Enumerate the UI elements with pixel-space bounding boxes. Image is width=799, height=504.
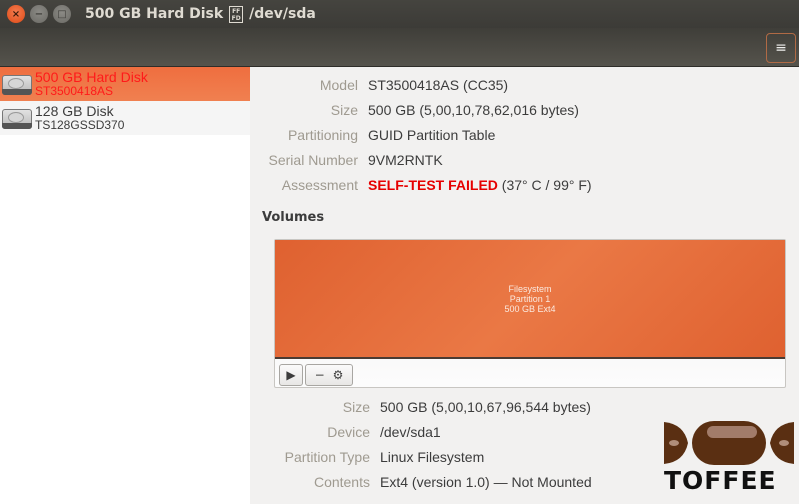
toffee-text: TOFFEE <box>664 466 777 495</box>
window-title: 500 GB Hard Disk FF FD /dev/sda <box>85 5 316 23</box>
delete-partition-button[interactable]: − <box>315 368 325 382</box>
partition-label-type: Filesystem <box>508 283 552 294</box>
disk-list-item[interactable]: 128 GB Disk TS128GSSD370 <box>0 101 250 135</box>
volume-size-value: 500 GB (5,00,10,67,96,544 bytes) <box>380 399 591 415</box>
partitioning-value: GUID Partition Table <box>368 127 496 143</box>
disk-model-row: Model ST3500418AS (CC35) <box>250 77 508 93</box>
app-menu-button[interactable]: ≡ <box>766 33 796 63</box>
assessment-status: SELF-TEST FAILED <box>368 177 498 193</box>
disk-size-value: 500 GB (5,00,10,78,62,016 bytes) <box>368 102 579 118</box>
toffee-watermark: TOFFEE <box>662 420 796 495</box>
window-title-text: 500 GB Hard Disk <box>85 6 224 22</box>
assessment-row: Assessment SELF-TEST FAILED (37° C / 99°… <box>250 177 592 193</box>
volumes-heading: Volumes <box>262 210 325 225</box>
volume-device-label: Device <box>327 424 370 440</box>
disk-model-value: ST3500418AS (CC35) <box>368 77 509 93</box>
volume-device-row: Device /dev/sda1 <box>250 424 441 440</box>
partition-type-label: Partition Type <box>284 449 370 465</box>
assessment-label: Assessment <box>281 177 358 193</box>
serial-number-value: 9VM2RNTK <box>368 152 443 168</box>
contents-value: Ext4 (version 1.0) — Not Mounted <box>380 474 592 490</box>
volumes-map: Filesystem Partition 1 500 GB Ext4 ▶ − ⚙ <box>274 239 786 388</box>
title-bar: × − □ 500 GB Hard Disk FF FD /dev/sda <box>0 0 799 28</box>
volume-size-row: Size 500 GB (5,00,10,67,96,544 bytes) <box>250 399 591 415</box>
window-title-device: /dev/sda <box>249 6 316 22</box>
mount-button[interactable]: ▶ <box>279 364 303 386</box>
volume-actions: ▶ − ⚙ <box>279 364 353 386</box>
contents-label: Contents <box>313 474 370 490</box>
partition-actions-group: − ⚙ <box>305 364 353 386</box>
disk-size-row: Size 500 GB (5,00,10,78,62,016 bytes) <box>250 102 579 118</box>
serial-number-label: Serial Number <box>268 152 358 168</box>
volume-size-label: Size <box>342 399 370 415</box>
contents-row: Contents Ext4 (version 1.0) — Not Mounte… <box>250 474 592 490</box>
unknown-glyph-icon: FF FD <box>229 5 244 23</box>
maximize-window-button[interactable]: □ <box>53 5 71 23</box>
maximize-icon: □ <box>57 8 67 20</box>
partition-type-row: Partition Type Linux Filesystem <box>250 449 485 465</box>
gear-icon[interactable]: ⚙ <box>333 368 344 382</box>
toffee-candy-icon <box>664 421 794 465</box>
disk-size-label: Size <box>330 102 358 118</box>
minimize-icon: − <box>34 8 44 20</box>
partitioning-row: Partitioning GUID Partition Table <box>250 127 495 143</box>
disk-model: TS128GSSD370 <box>35 118 125 132</box>
hard-disk-icon <box>2 107 32 129</box>
disk-model: ST3500418AS <box>35 84 114 98</box>
volume-device-value: /dev/sda1 <box>380 424 441 440</box>
hamburger-menu-icon: ≡ <box>775 40 787 56</box>
partitioning-label: Partitioning <box>287 127 358 143</box>
assessment-temperature: (37° C / 99° F) <box>497 177 592 193</box>
header-bar: ≡ <box>0 28 799 67</box>
hard-disk-icon <box>2 73 32 95</box>
play-icon: ▶ <box>286 368 296 382</box>
partition-type-value: Linux Filesystem <box>380 449 485 465</box>
partition-block[interactable]: Filesystem Partition 1 500 GB Ext4 <box>275 240 785 359</box>
serial-number-row: Serial Number 9VM2RNTK <box>250 152 443 168</box>
minimize-window-button[interactable]: − <box>30 5 48 23</box>
disk-name: 128 GB Disk <box>35 103 114 119</box>
disk-list-item[interactable]: 500 GB Hard Disk ST3500418AS <box>0 67 250 101</box>
disk-name: 500 GB Hard Disk <box>35 69 148 85</box>
partition-label-size: 500 GB Ext4 <box>504 303 556 314</box>
partition-label-name: Partition 1 <box>509 293 551 304</box>
disk-list: 500 GB Hard Disk ST3500418AS 128 GB Disk… <box>0 67 250 504</box>
close-window-button[interactable]: × <box>7 5 25 23</box>
close-icon: × <box>11 8 21 20</box>
disk-model-label: Model <box>319 77 358 93</box>
